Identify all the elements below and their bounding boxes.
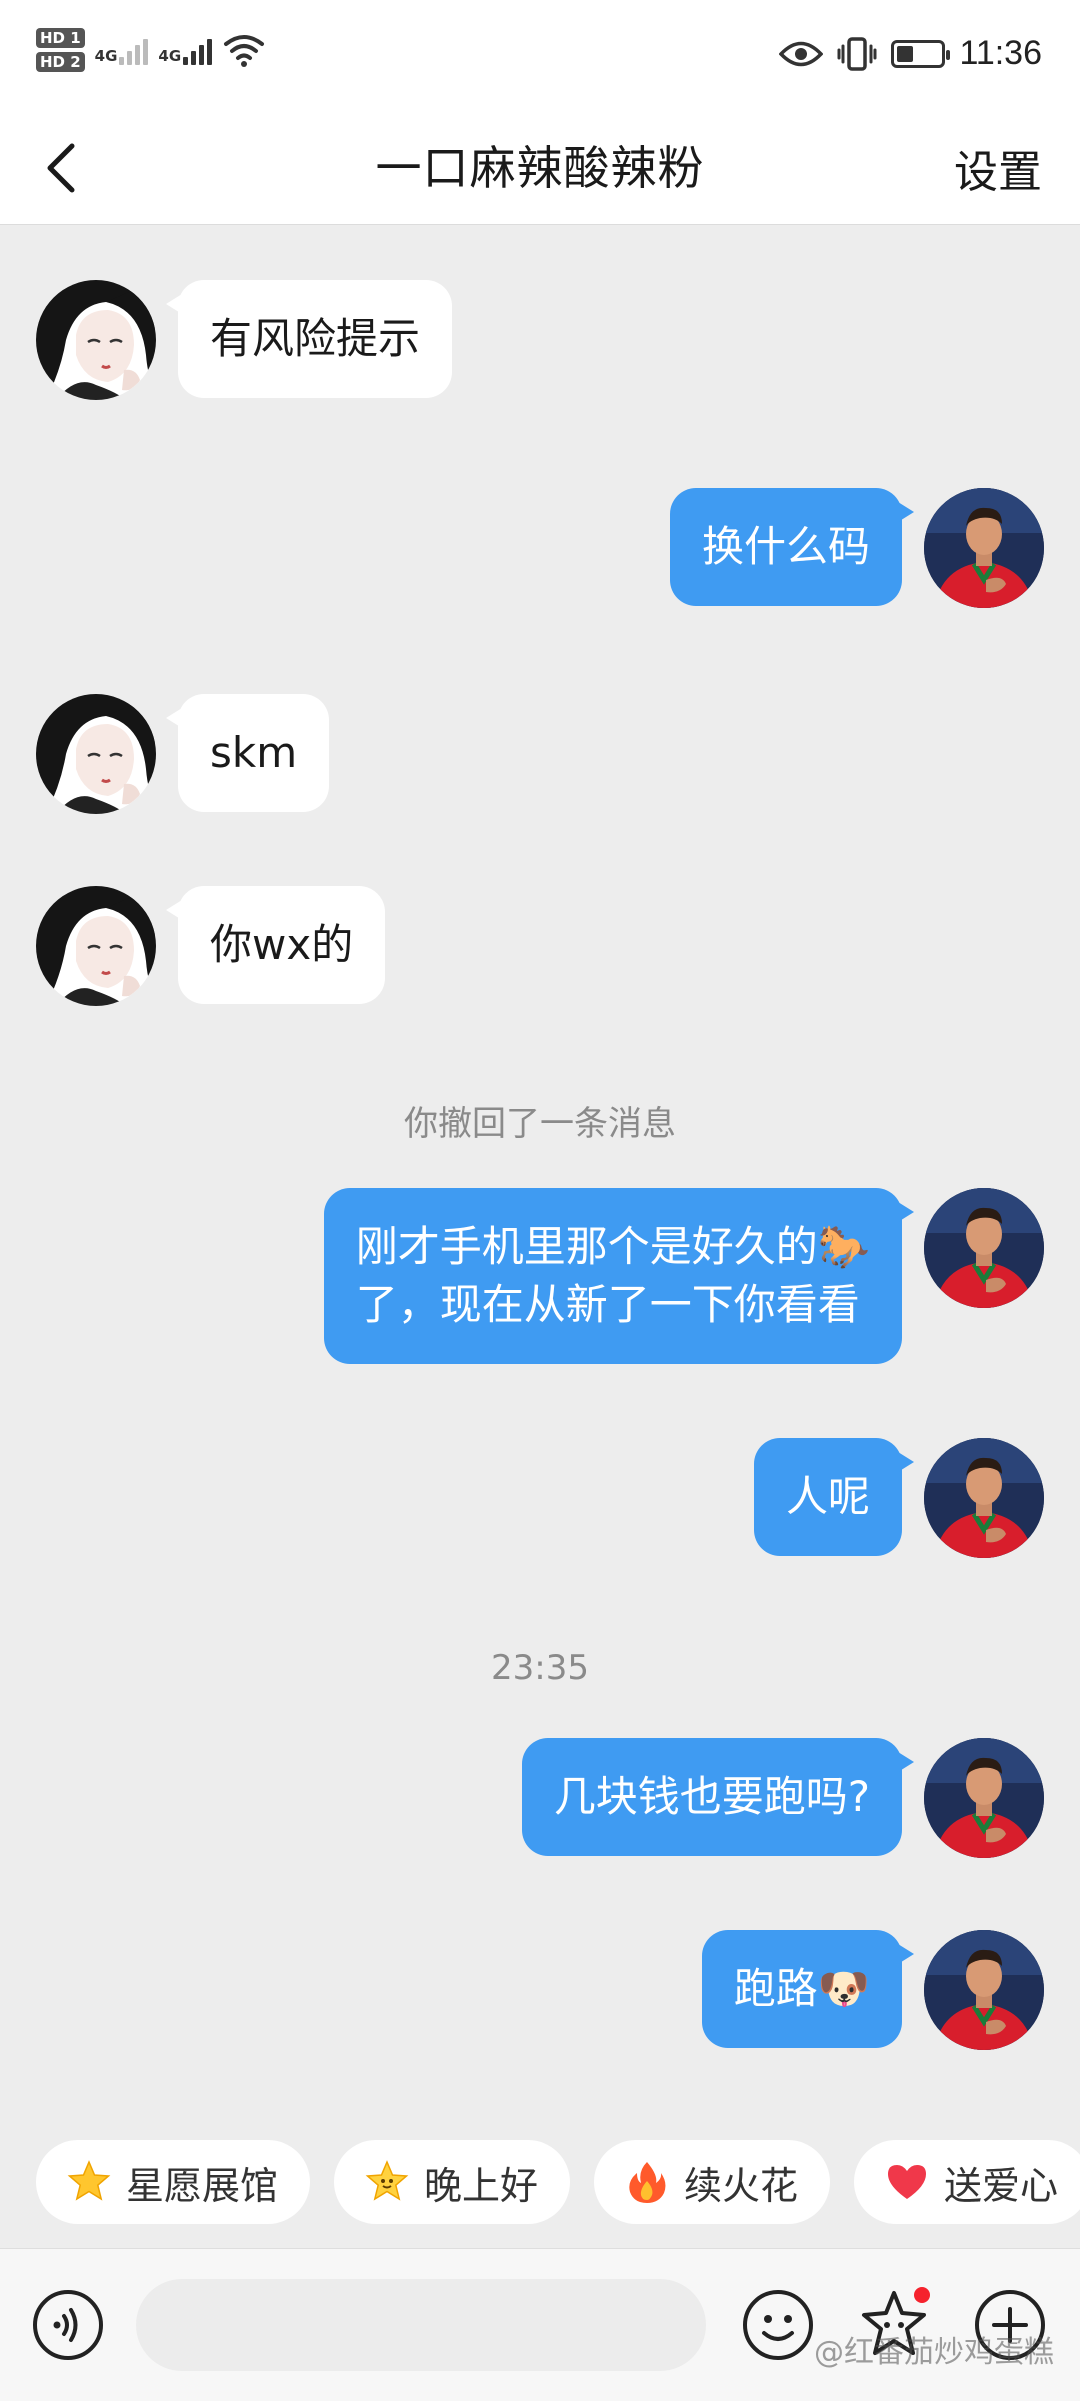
star-icon xyxy=(67,2160,111,2201)
settings-button[interactable]: 设置 xyxy=(954,136,1042,200)
signal-bars-icon xyxy=(183,35,213,65)
wifi-icon xyxy=(224,35,265,67)
signal-2: 4G xyxy=(158,35,213,65)
input-bar: @红番茄炒鸡蛋糕 xyxy=(0,2248,1080,2401)
notification-dot xyxy=(914,2287,930,2303)
chip-good-evening[interactable]: 晚上好 xyxy=(334,2140,571,2224)
quick-reply-chips: 星愿展馆 晚上好 续火花 送爱心 xyxy=(36,2140,1080,2224)
sim-badges: HD 1 HD 2 xyxy=(36,28,85,72)
voice-icon[interactable] xyxy=(30,2287,106,2363)
emoji-icon[interactable] xyxy=(740,2287,816,2363)
chip-label: 晚上好 xyxy=(424,2163,539,2208)
chip-label: 送爱心 xyxy=(944,2163,1059,2208)
self-avatar[interactable] xyxy=(924,1438,1044,1558)
battery-icon xyxy=(891,39,951,68)
self-avatar[interactable] xyxy=(924,1188,1044,1308)
message-input[interactable] xyxy=(136,2279,706,2371)
sim1-badge: HD 1 xyxy=(36,28,85,48)
self-avatar[interactable] xyxy=(924,488,1044,608)
chat-title: 一口麻辣酸辣粉 xyxy=(375,141,705,195)
message-bubble-incoming[interactable]: skm xyxy=(165,694,330,812)
message-line: 了，现在从新了一下你看看 xyxy=(355,1280,860,1329)
sim2-badge: HD 2 xyxy=(36,52,85,72)
message-bubble-incoming[interactable]: 你wx的 xyxy=(165,886,386,1004)
message-bubble-outgoing[interactable]: 刚才手机里那个是好久的🐎 了，现在从新了一下你看看 xyxy=(323,1188,915,1364)
star-face-icon xyxy=(365,2160,409,2201)
contact-avatar[interactable] xyxy=(36,694,156,814)
status-left: HD 1 HD 2 4G 4G xyxy=(36,28,266,72)
message-bubble-outgoing[interactable]: 几块钱也要跑吗? xyxy=(521,1738,915,1856)
message-bubble-outgoing[interactable]: 跑路🐶 xyxy=(701,1930,915,2048)
chip-label: 星愿展馆 xyxy=(126,2163,279,2208)
clock: 11:36 xyxy=(959,34,1042,72)
contact-avatar[interactable] xyxy=(36,886,156,1006)
status-bar: HD 1 HD 2 4G 4G 11:36 xyxy=(0,0,1080,112)
message-bubble-incoming[interactable]: 有风险提示 xyxy=(165,280,453,398)
timestamp: 23:35 xyxy=(491,1648,589,1688)
vibrate-icon xyxy=(837,36,877,71)
chip-keep-spark[interactable]: 续火花 xyxy=(594,2140,831,2224)
chip-label: 续火花 xyxy=(684,2163,799,2208)
heart-icon xyxy=(888,2165,927,2199)
chip-star-gallery[interactable]: 星愿展馆 xyxy=(36,2140,311,2224)
chip-send-love[interactable]: 送爱心 xyxy=(854,2140,1080,2224)
status-right: 11:36 xyxy=(779,34,1042,73)
net2-label: 4G xyxy=(158,47,182,65)
watermark: @红番茄炒鸡蛋糕 xyxy=(814,2335,1054,2370)
signal-bars-icon xyxy=(119,35,149,65)
message-bubble-outgoing[interactable]: 人呢 xyxy=(753,1438,915,1556)
net1-label: 4G xyxy=(94,47,118,65)
eye-icon xyxy=(779,41,824,66)
contact-avatar[interactable] xyxy=(36,280,156,400)
signal-1: 4G xyxy=(95,35,149,65)
fire-icon xyxy=(629,2162,666,2203)
message-bubble-outgoing[interactable]: 换什么码 xyxy=(669,488,915,606)
self-avatar[interactable] xyxy=(924,1738,1044,1858)
recall-notice: 你撤回了一条消息 xyxy=(404,1104,676,1144)
message-line: 刚才手机里那个是好久的🐎 xyxy=(355,1222,870,1271)
self-avatar[interactable] xyxy=(924,1930,1044,2050)
chat-header: 一口麻辣酸辣粉 设置 xyxy=(0,112,1080,225)
